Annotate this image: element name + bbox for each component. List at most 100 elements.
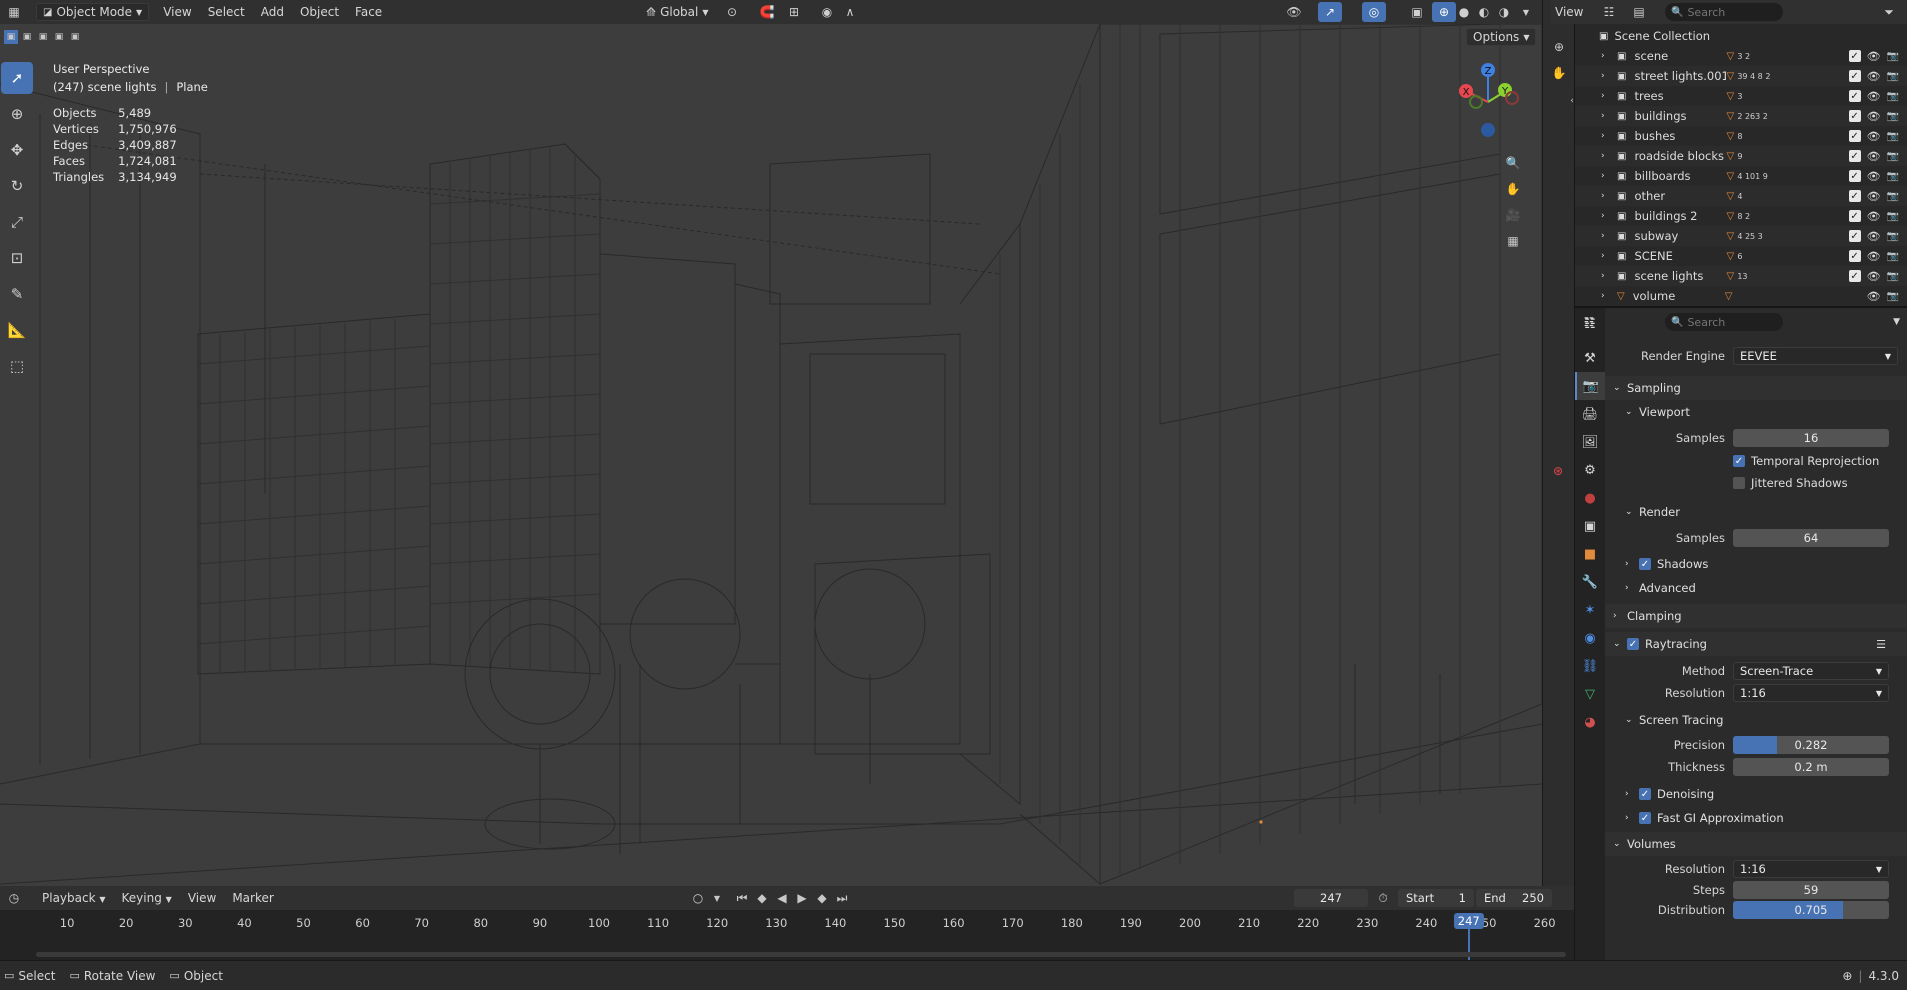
exclude-checkbox[interactable]: ✓ bbox=[1848, 230, 1861, 242]
select-new-icon[interactable]: ▣ bbox=[4, 30, 18, 44]
stopwatch-icon[interactable]: ⏱ bbox=[1374, 889, 1392, 907]
playhead-label[interactable]: 247 bbox=[1453, 913, 1484, 929]
viewport-samples-field[interactable]: 16 bbox=[1733, 429, 1889, 447]
tool-tab-icon[interactable]: ⚒ bbox=[1575, 344, 1605, 372]
select-invert-icon[interactable]: ▣ bbox=[52, 30, 66, 44]
rotate-tool-icon[interactable]: ↻ bbox=[1, 170, 33, 202]
properties-search-input[interactable] bbox=[1687, 315, 1778, 329]
data-tab-icon[interactable]: ▽ bbox=[1575, 680, 1605, 708]
collection-row[interactable]: › ▣ subway ▽ 4 25 3 ✓ 👁 📷 bbox=[1575, 226, 1907, 246]
eye-icon[interactable]: 👁 bbox=[1867, 230, 1881, 243]
chevron-down-icon[interactable]: ▼ bbox=[1893, 317, 1900, 327]
camera-render-icon[interactable]: 📷 bbox=[1887, 131, 1899, 142]
temporal-reprojection-checkbox[interactable]: ✓ bbox=[1733, 455, 1745, 467]
advanced-subpanel-header[interactable]: › Advanced bbox=[1605, 576, 1907, 600]
resolution-dropdown[interactable]: 1:16 ▼ bbox=[1733, 684, 1889, 702]
outliner-search[interactable]: 🔍 bbox=[1665, 3, 1783, 21]
snap-target-icon[interactable]: ⊞ bbox=[782, 2, 806, 22]
snap-icon[interactable]: 🧲 bbox=[755, 2, 779, 22]
world-tab-icon[interactable]: ● bbox=[1575, 484, 1605, 512]
thickness-field[interactable]: 0.2 m bbox=[1733, 758, 1889, 776]
overlay-toggle-icon[interactable]: ◎ bbox=[1362, 2, 1386, 22]
physics-tab-icon[interactable]: ◉ bbox=[1575, 624, 1605, 652]
denoising-checkbox[interactable]: ✓ bbox=[1639, 788, 1651, 800]
clamping-panel-header[interactable]: › Clamping bbox=[1605, 604, 1907, 628]
navigation-gizmo[interactable]: Z Y X bbox=[1450, 60, 1530, 140]
menu-face[interactable]: Face bbox=[347, 0, 390, 24]
expand-arrow-icon[interactable]: › bbox=[1601, 291, 1613, 301]
jump-end-icon[interactable]: ⏭ bbox=[833, 889, 851, 907]
expand-arrow-icon[interactable]: › bbox=[1601, 131, 1613, 141]
object-tab-icon[interactable]: ■ bbox=[1575, 540, 1605, 568]
menu-add[interactable]: Add bbox=[253, 0, 292, 24]
collection-tab-icon[interactable]: ▣ bbox=[1575, 512, 1605, 540]
fast-gi-checkbox[interactable]: ✓ bbox=[1639, 812, 1651, 824]
collection-row[interactable]: › ▣ scene lights ▽ 13 ✓ 👁 📷 bbox=[1575, 266, 1907, 286]
eye-icon[interactable]: 👁 bbox=[1867, 70, 1881, 83]
temporal-reprojection-row[interactable]: ✓ Temporal Reprojection bbox=[1605, 450, 1907, 472]
exclude-checkbox[interactable]: ✓ bbox=[1848, 170, 1861, 182]
exclude-checkbox[interactable]: ✓ bbox=[1848, 90, 1861, 102]
exclude-checkbox[interactable]: ✓ bbox=[1848, 190, 1861, 202]
eye-icon[interactable]: 👁 bbox=[1867, 170, 1881, 183]
scene-collection-row[interactable]: ▣ Scene Collection bbox=[1575, 26, 1907, 46]
collection-row[interactable]: › ▣ roadside blocks ▽ 9 ✓ 👁 📷 bbox=[1575, 146, 1907, 166]
camera-render-icon[interactable]: 📷 bbox=[1887, 151, 1899, 162]
expand-arrow-icon[interactable]: › bbox=[1601, 231, 1613, 241]
falloff-icon[interactable]: ∧ bbox=[838, 2, 862, 22]
auto-keying-icon[interactable]: ○ bbox=[686, 888, 710, 908]
add-cube-tool-icon[interactable]: ⬚ bbox=[1, 350, 33, 382]
expand-arrow-icon[interactable]: › bbox=[1601, 111, 1613, 121]
camera-render-icon[interactable]: 📷 bbox=[1887, 71, 1899, 82]
collection-row[interactable]: › ▽ volume ▽ 👁 📷 bbox=[1575, 286, 1907, 306]
expand-arrow-icon[interactable]: › bbox=[1601, 271, 1613, 281]
select-intersect-icon[interactable]: ▣ bbox=[68, 30, 82, 44]
outliner-view-menu[interactable]: View bbox=[1551, 0, 1588, 24]
collection-row[interactable]: › ▣ other ▽ 4 ✓ 👁 📷 bbox=[1575, 186, 1907, 206]
camera-render-icon[interactable]: 📷 bbox=[1887, 191, 1899, 202]
mode-dropdown[interactable]: ◪ Object Mode ▼ bbox=[36, 3, 150, 21]
render-samples-field[interactable]: 64 bbox=[1733, 529, 1889, 547]
camera-render-icon[interactable]: 📷 bbox=[1887, 231, 1899, 242]
render-subpanel-header[interactable]: ⌄ Render bbox=[1605, 500, 1907, 524]
volumes-panel-header[interactable]: ⌄ Volumes bbox=[1605, 832, 1907, 856]
camera-render-icon[interactable]: 📷 bbox=[1887, 171, 1899, 182]
collection-row[interactable]: › ▣ street lights.001 ▽ 39 4 8 2 ✓ 👁 📷 bbox=[1575, 66, 1907, 86]
exclude-checkbox[interactable]: ✓ bbox=[1848, 210, 1861, 222]
options-dropdown[interactable]: Options ▼ bbox=[1466, 28, 1537, 46]
select-box-tool-icon[interactable]: ➚ bbox=[1, 62, 33, 94]
collection-row[interactable]: › ▣ billboards ▽ 4 101 9 ✓ 👁 📷 bbox=[1575, 166, 1907, 186]
exclude-checkbox[interactable]: ✓ bbox=[1848, 150, 1861, 162]
filter-icon[interactable]: ⏷ bbox=[1877, 2, 1901, 22]
collection-row[interactable]: › ▣ bushes ▽ 8 ✓ 👁 📷 bbox=[1575, 126, 1907, 146]
method-dropdown[interactable]: Screen-Trace ▼ bbox=[1733, 662, 1889, 680]
next-keyframe-icon[interactable]: ◆ bbox=[813, 889, 831, 907]
list-options-icon[interactable]: ☰ bbox=[1876, 638, 1886, 651]
exclude-checkbox[interactable]: ✓ bbox=[1848, 130, 1861, 142]
timeline-view-menu[interactable]: View bbox=[180, 886, 224, 910]
camera-render-icon[interactable]: 📷 bbox=[1887, 51, 1899, 62]
timeline-editor-icon[interactable]: ◷ bbox=[2, 888, 26, 908]
eye-icon[interactable]: 👁 bbox=[1867, 270, 1881, 283]
camera-render-icon[interactable]: 📷 bbox=[1887, 251, 1899, 262]
jump-start-icon[interactable]: ⏮ bbox=[733, 889, 751, 907]
hand-icon[interactable]: ✋ bbox=[1550, 64, 1568, 82]
cursor-tool-icon[interactable]: ⊕ bbox=[1, 98, 33, 130]
eye-icon[interactable]: 👁 bbox=[1867, 290, 1881, 303]
material-tab-icon[interactable]: ◕ bbox=[1575, 708, 1605, 736]
zoom-icon[interactable]: 🔍 bbox=[1504, 150, 1522, 176]
properties-search[interactable]: 🔍 bbox=[1665, 313, 1783, 331]
eye-icon[interactable]: 👁 bbox=[1867, 50, 1881, 63]
move-tool-icon[interactable]: ✥ bbox=[1, 134, 33, 166]
marker-menu[interactable]: Marker bbox=[224, 886, 281, 910]
constraints-tab-icon[interactable]: ⛓ bbox=[1575, 652, 1605, 680]
expand-arrow-icon[interactable]: › bbox=[1601, 71, 1613, 81]
render-engine-dropdown[interactable]: EEVEE ▼ bbox=[1733, 347, 1898, 365]
annotate-tool-icon[interactable]: ✎ bbox=[1, 278, 33, 310]
eye-icon[interactable]: 👁 bbox=[1867, 130, 1881, 143]
modifier-tab-icon[interactable]: 🔧 bbox=[1575, 568, 1605, 596]
raytracing-panel-header[interactable]: ⌄ ✓ Raytracing ☰ bbox=[1605, 632, 1907, 656]
camera-render-icon[interactable]: 📷 bbox=[1887, 111, 1899, 122]
expand-arrow-icon[interactable]: › bbox=[1601, 251, 1613, 261]
transform-orientation-dropdown[interactable]: ⟰ Global ▼ bbox=[640, 3, 715, 21]
